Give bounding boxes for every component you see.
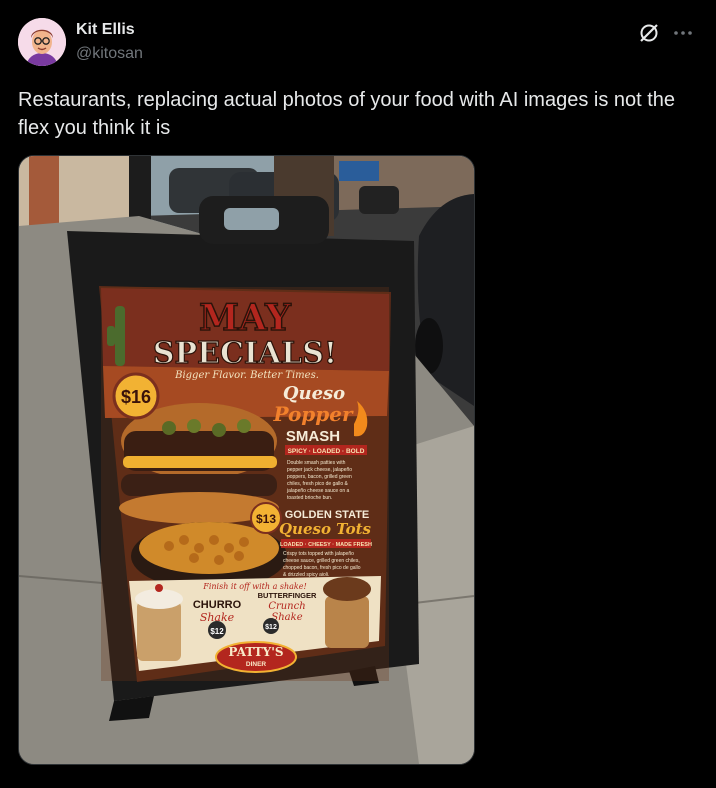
sign-tagline: Bigger Flavor. Better Times. [174, 370, 319, 381]
more-options-icon[interactable] [672, 22, 694, 44]
sign-shake2-name-1: BUTTERFINGER [258, 591, 317, 600]
author-handle[interactable]: @kitosan [76, 45, 143, 63]
svg-text:pepper jack cheese, jalapeño: pepper jack cheese, jalapeño [287, 467, 352, 473]
author-display-name[interactable]: Kit Ellis [76, 21, 135, 39]
sign-shake1-price: $12 [210, 627, 224, 636]
svg-text:Double smash patties with: Double smash patties with [287, 460, 346, 466]
svg-text:cheese sauce, grilled green ch: cheese sauce, grilled green chiles, [283, 558, 360, 564]
sign-headline-1: MAY [199, 297, 292, 339]
sign-burger-name-1: Queso [283, 383, 345, 404]
sign-brand-1: PATTY'S [228, 645, 283, 659]
post-photo[interactable]: MAY SPECIALS! Bigger Flavor. Better Time… [18, 155, 475, 765]
sign-tots-price: $13 [256, 512, 276, 526]
sign-shake2-name-2: Crunch [268, 601, 305, 612]
sign-shake1-name-1: CHURRO [193, 599, 242, 611]
sign-shake2-price: $12 [265, 624, 277, 631]
svg-text:chiles, fresh pico de gallo &: chiles, fresh pico de gallo & [287, 481, 349, 487]
sign-tots-name-2: Queso Tots [279, 520, 372, 538]
sign-burger-price: $16 [121, 387, 151, 407]
sign-headline-2: SPECIALS! [153, 336, 337, 371]
sign-burger-tags: SPICY · LOADED · BOLD [288, 448, 365, 455]
avatar-illustration [18, 18, 66, 66]
svg-text:& drizzled spicy aioli.: & drizzled spicy aioli. [283, 572, 329, 578]
svg-text:chopped bacon, fresh pico de g: chopped bacon, fresh pico de gallo [283, 565, 361, 571]
svg-text:poppers, bacon, grilled green: poppers, bacon, grilled green [287, 474, 352, 480]
sign-burger-name-2: Popper [272, 402, 354, 426]
sign-shake-header: Finish it off with a shake! [202, 582, 306, 591]
grok-icon[interactable] [638, 22, 660, 44]
svg-text:jalapeño cheese sauce on a: jalapeño cheese sauce on a [286, 488, 349, 494]
post-text: Restaurants, replacing actual photos of … [18, 89, 676, 139]
sign-tots-tags: LOADED · CHEESY · MADE FRESH [280, 542, 372, 548]
avatar[interactable] [18, 18, 66, 66]
svg-text:toasted brioche bun.: toasted brioche bun. [287, 495, 332, 501]
svg-text:Crispy tots topped with jalape: Crispy tots topped with jalapeño [283, 551, 354, 557]
photo-scene: MAY SPECIALS! Bigger Flavor. Better Time… [19, 156, 474, 764]
sign-burger-name-3: SMASH [286, 428, 340, 445]
sign-brand-2: DINER [246, 661, 267, 668]
